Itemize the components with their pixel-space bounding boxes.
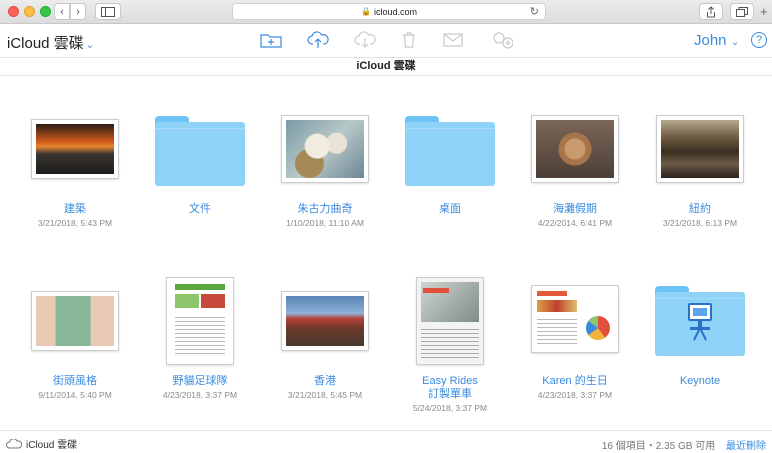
back-button[interactable]: ‹ — [54, 3, 70, 20]
folder-icon — [405, 116, 495, 186]
item-name: Keynote — [679, 375, 721, 387]
share-button[interactable] — [699, 3, 723, 20]
thumbnail-image — [32, 292, 118, 350]
item-name: 香港 — [314, 375, 336, 387]
grid-item-easy-rides[interactable]: Easy Rides 訂製單車 5/24/2018, 3:37 PM — [390, 256, 510, 426]
item-date: 5/24/2018, 3:37 PM — [412, 403, 488, 413]
footer-location: iCloud 雲碟 — [6, 436, 77, 451]
grid-item-keynote-folder[interactable]: Keynote — [640, 256, 760, 426]
mail-button[interactable] — [442, 31, 464, 49]
grid-item-karen-birthday[interactable]: Karen 的生日 4/23/2018, 3:37 PM — [515, 256, 635, 426]
browser-chrome: ‹ › 🔒 icloud.com ↻ + — [0, 0, 772, 24]
item-name: Easy Rides — [422, 375, 478, 387]
tabs-button[interactable] — [730, 3, 754, 20]
page-title: iCloud 雲碟 — [0, 57, 772, 76]
cloud-icon — [6, 438, 22, 448]
grid-item-cookies[interactable]: 朱古力曲奇 1/10/2018, 11:10 AM — [265, 76, 385, 256]
help-icon: ? — [755, 34, 763, 46]
new-tab-button[interactable]: + — [760, 4, 768, 19]
reload-icon[interactable]: ↻ — [530, 5, 539, 18]
item-date: 3/21/2018, 6:13 PM — [662, 218, 738, 228]
folder-icon — [155, 116, 245, 186]
share-icon — [707, 5, 715, 17]
item-date: 3/21/2018, 5:45 PM — [287, 390, 363, 400]
close-window-button[interactable] — [8, 6, 19, 17]
forward-button[interactable]: › — [70, 3, 86, 20]
envelope-icon — [443, 33, 463, 47]
status-footer: iCloud 雲碟 16 個項目・2.35 GB 可用 最近刪除 — [0, 430, 772, 453]
delete-button[interactable] — [398, 31, 420, 49]
sidebar-icon — [101, 6, 115, 17]
recently-deleted-link[interactable]: 最近刪除 — [726, 441, 766, 452]
item-date: 1/10/2018, 11:10 AM — [286, 218, 364, 228]
document-thumbnail — [532, 286, 618, 352]
item-name: 桌面 — [439, 203, 461, 215]
item-name: Karen 的生日 — [542, 375, 608, 387]
item-name: 海灘假期 — [553, 203, 597, 215]
document-thumbnail — [167, 278, 233, 364]
item-name: 朱古力曲奇 — [297, 203, 353, 215]
address-bar[interactable]: 🔒 icloud.com ↻ — [232, 3, 546, 20]
thumbnail-image — [282, 116, 368, 182]
document-thumbnail — [417, 278, 483, 364]
chevron-down-icon: ⌄ — [85, 40, 95, 51]
thumbnail-image — [657, 116, 743, 182]
footer-summary-area: 16 個項目・2.35 GB 可用 最近刪除 — [602, 437, 766, 452]
item-name: 野貓足球隊 — [172, 375, 228, 387]
grid-item-hong-kong[interactable]: 香港 3/21/2018, 5:45 PM — [265, 256, 385, 426]
grid-item-beach-vacation[interactable]: 海灘假期 4/22/2014, 6:41 PM — [515, 76, 635, 256]
add-person-icon — [493, 32, 513, 49]
item-name: 文件 — [189, 203, 211, 215]
section-name: 雲碟 — [53, 35, 84, 52]
item-date: 3/21/2018, 5:43 PM — [37, 218, 113, 228]
tabs-icon — [736, 6, 748, 17]
upload-button[interactable] — [307, 31, 329, 49]
user-menu[interactable]: John ⌄ — [694, 32, 739, 49]
item-name: 街頭風格 — [53, 375, 97, 387]
upload-icon — [307, 31, 329, 48]
grid-item-street-style[interactable]: 街頭風格 9/11/2014, 5:40 PM — [15, 256, 135, 426]
item-name: 建築 — [64, 203, 86, 215]
sidebar-toggle-button[interactable] — [95, 3, 121, 20]
grid-item-wildcats-soccer[interactable]: 野貓足球隊 4/23/2018, 3:37 PM — [140, 256, 260, 426]
thumbnail-image — [532, 116, 618, 182]
item-date: 4/23/2018, 3:37 PM — [162, 390, 238, 400]
item-date: 4/22/2014, 6:41 PM — [537, 218, 613, 228]
grid-item-documents-folder[interactable]: 文件 — [140, 76, 260, 256]
url-text: icloud.com — [373, 6, 417, 17]
storage-summary: 16 個項目・2.35 GB 可用 — [601, 441, 716, 452]
app-switcher[interactable]: iCloud 雲碟 ⌄ — [7, 32, 94, 53]
grid-item-architecture[interactable]: 建築 3/21/2018, 5:43 PM — [15, 76, 135, 256]
item-date: 4/23/2018, 3:37 PM — [537, 390, 613, 400]
download-button[interactable] — [354, 31, 376, 49]
item-name: 紐約 — [689, 203, 711, 215]
trash-icon — [403, 32, 415, 48]
keynote-folder-icon — [655, 286, 745, 356]
app-toolbar: iCloud 雲碟 ⌄ John ⌄ ? — [0, 25, 772, 57]
brand-name: iCloud — [7, 35, 50, 52]
grid-item-desktop-folder[interactable]: 桌面 — [390, 76, 510, 256]
chevron-down-icon: ⌄ — [730, 37, 740, 48]
help-button[interactable]: ? — [751, 32, 767, 48]
lock-icon: 🔒 — [361, 7, 371, 16]
chevron-right-icon: › — [76, 5, 80, 18]
thumbnail-image — [32, 120, 118, 178]
thumbnail-image — [282, 292, 368, 350]
zoom-window-button[interactable] — [40, 6, 51, 17]
user-name: John — [694, 32, 727, 49]
minimize-window-button[interactable] — [24, 6, 35, 17]
new-folder-icon — [260, 34, 282, 48]
download-icon — [354, 31, 376, 48]
keynote-icon — [688, 303, 712, 341]
file-grid: 建築 3/21/2018, 5:43 PM 文件 朱古力曲奇 1/10/2018… — [0, 76, 772, 429]
share-people-button[interactable] — [491, 31, 513, 49]
new-folder-button[interactable] — [260, 31, 282, 49]
item-name-line-2: 訂製單車 — [428, 388, 472, 400]
chevron-left-icon: ‹ — [60, 5, 64, 18]
footer-location-text: iCloud 雲碟 — [26, 440, 78, 451]
grid-item-new-york[interactable]: 紐約 3/21/2018, 6:13 PM — [640, 76, 760, 256]
item-date: 9/11/2014, 5:40 PM — [38, 390, 112, 400]
